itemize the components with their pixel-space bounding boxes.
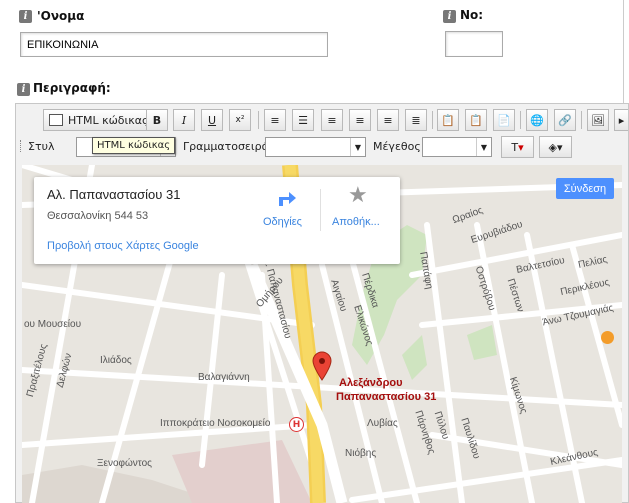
italic-button[interactable]: I xyxy=(173,109,195,131)
street-label: Νιόβης xyxy=(345,448,377,459)
card-divider xyxy=(320,189,321,231)
directions-icon[interactable] xyxy=(275,186,299,208)
style-label: Στυλ xyxy=(28,140,55,153)
align-left-icon[interactable]: ≡ xyxy=(321,109,343,131)
background-color-icon[interactable]: ◈ ▾ xyxy=(539,136,572,158)
name-input[interactable] xyxy=(20,32,328,57)
chevron-down-icon: ▼ xyxy=(350,138,365,156)
align-center-icon[interactable]: ≡ xyxy=(349,109,371,131)
source-icon xyxy=(49,114,63,126)
location-pin-icon[interactable] xyxy=(312,351,332,381)
street-label: Ιλιάδος xyxy=(100,355,132,366)
save-button[interactable]: Αποθήκ... xyxy=(332,216,380,228)
image-icon[interactable]: 🖼 xyxy=(587,109,609,131)
description-label: Περιγραφή: xyxy=(33,81,111,95)
paste-text-icon[interactable]: 📋 xyxy=(465,109,487,131)
underline-button[interactable]: U xyxy=(201,109,223,131)
toolbar-separator xyxy=(520,111,521,129)
paste-icon[interactable]: 📋 xyxy=(437,109,459,131)
font-select[interactable]: ▼ xyxy=(265,137,366,157)
no-label: Νο: xyxy=(460,8,484,22)
tooltip: HTML κώδικας xyxy=(92,137,176,154)
link-icon[interactable]: 🌐 xyxy=(526,109,548,131)
street-label: Ξενοφώντος xyxy=(97,458,152,469)
street-label: Ιπποκράτειο Νοσοκομείο xyxy=(160,418,271,429)
embedded-map[interactable]: Ωραίος Ευρυβιάδου Βαλτετσίου Πελίας Περι… xyxy=(22,165,622,503)
size-select[interactable]: ▼ xyxy=(422,137,492,157)
info-icon: i xyxy=(19,10,32,23)
flash-icon[interactable]: ▸ xyxy=(614,109,628,131)
toolbar-separator xyxy=(258,111,259,129)
text-color-icon[interactable]: T ▾ xyxy=(501,136,534,158)
info-icon: i xyxy=(443,10,456,23)
place-address: Αλ. Παπαναστασίου 31 xyxy=(47,187,181,202)
street-label: Λυβίας xyxy=(367,418,398,429)
no-input[interactable] xyxy=(445,31,503,57)
street-label: ου Μουσείου xyxy=(24,319,82,330)
chevron-down-icon: ▼ xyxy=(476,138,491,156)
info-icon: i xyxy=(17,83,30,96)
font-label: Γραμματοσειρά xyxy=(183,140,269,153)
html-source-button[interactable]: HTML κώδικας xyxy=(43,109,157,131)
street-label: Βαλαγιάννη xyxy=(198,372,250,383)
html-source-label: HTML κώδικας xyxy=(68,113,149,127)
place-city: Θεσσαλονίκη 544 53 xyxy=(47,210,149,222)
toolbar-row-1: HTML κώδικας B I U x² ≡ ☰ ≡ ≡ ≡ ≣ 📋 📋 📄 … xyxy=(16,109,628,133)
place-icon[interactable] xyxy=(601,331,614,344)
toolbar-separator xyxy=(581,111,582,129)
size-label: Μέγεθος xyxy=(373,140,421,153)
toolbar-separator xyxy=(432,111,433,129)
justify-icon[interactable]: ≣ xyxy=(405,109,427,131)
directions-button[interactable]: Οδηγίες xyxy=(263,216,302,228)
star-icon[interactable]: ★ xyxy=(348,182,368,208)
sign-in-button[interactable]: Σύνδεση xyxy=(556,178,614,199)
align-right-icon[interactable]: ≡ xyxy=(377,109,399,131)
hospital-icon[interactable]: H xyxy=(289,417,304,432)
view-in-maps-link[interactable]: Προβολή στους Χάρτες Google xyxy=(47,240,199,252)
bold-button[interactable]: B xyxy=(146,109,168,131)
unlink-icon[interactable]: 🔗 xyxy=(554,109,576,131)
numbered-list-icon[interactable]: ≡ xyxy=(264,109,286,131)
name-label: 'Ονομα xyxy=(37,9,85,23)
pin-label: Παπαναστασίου 31 xyxy=(336,391,437,403)
paste-word-icon[interactable]: 📄 xyxy=(493,109,515,131)
drag-handle[interactable] xyxy=(20,140,24,152)
pin-label: Αλεξάνδρου xyxy=(339,377,403,389)
place-card: Αλ. Παπαναστασίου 31 Θεσσαλονίκη 544 53 … xyxy=(34,177,400,264)
bullet-list-icon[interactable]: ☰ xyxy=(292,109,314,131)
superscript-button[interactable]: x² xyxy=(229,109,251,131)
